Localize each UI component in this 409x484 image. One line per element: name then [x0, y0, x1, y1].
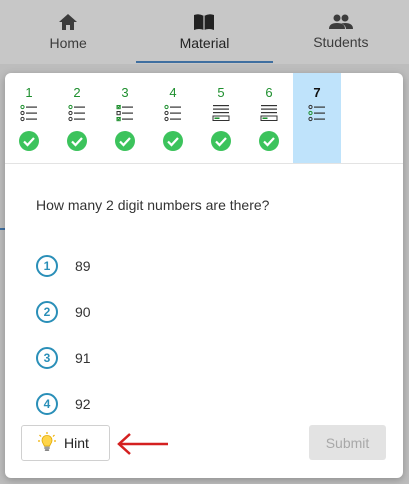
- nav-tab-material-label: Material: [179, 35, 230, 51]
- check-circle-icon: [211, 131, 231, 151]
- step-number: 7: [313, 85, 321, 100]
- step-3[interactable]: 3: [101, 73, 149, 163]
- question-text: How many 2 digit numbers are there?: [36, 197, 270, 213]
- step-5[interactable]: 5: [197, 73, 245, 163]
- answer-option-4[interactable]: 4 92: [36, 381, 91, 427]
- multiple-choice-icon: [164, 104, 181, 122]
- checklist-icon: [116, 104, 133, 122]
- answer-index: 4: [36, 393, 58, 415]
- lightbulb-icon: [38, 432, 56, 451]
- step-number: 6: [265, 85, 273, 100]
- hint-button[interactable]: Hint: [21, 425, 110, 461]
- step-number: 4: [169, 85, 177, 100]
- book-icon: [193, 13, 215, 31]
- multiple-choice-icon: [68, 104, 85, 122]
- check-circle-icon: [67, 131, 87, 151]
- answer-option-1[interactable]: 1 89: [36, 243, 91, 289]
- annotation-arrow-icon: [117, 433, 168, 455]
- nav-tab-students[interactable]: Students: [273, 0, 409, 64]
- step-number: 2: [73, 85, 81, 100]
- step-1[interactable]: 1: [5, 73, 53, 163]
- multiple-choice-icon: [308, 104, 325, 122]
- answer-option-3[interactable]: 3 91: [36, 335, 91, 381]
- nav-tab-home[interactable]: Home: [0, 0, 136, 64]
- home-icon: [58, 13, 78, 31]
- answer-index: 2: [36, 301, 58, 323]
- step-4[interactable]: 4: [149, 73, 197, 163]
- step-7[interactable]: 7: [293, 73, 341, 163]
- answer-text: 89: [75, 258, 91, 274]
- multiple-choice-icon: [20, 104, 37, 122]
- answer-index: 3: [36, 347, 58, 369]
- answer-list: 1 89 2 90 3 91 4 92: [36, 243, 91, 427]
- question-dialog: 1 2 3 4 5 6 7 How many 2 digit numbers a…: [5, 73, 403, 478]
- step-progress-bar: 1 2 3 4 5 6 7: [5, 73, 403, 164]
- text-input-icon: [212, 105, 230, 121]
- nav-tab-home-label: Home: [49, 35, 87, 51]
- answer-text: 90: [75, 304, 91, 320]
- check-circle-icon: [19, 131, 39, 151]
- answer-index: 1: [36, 255, 58, 277]
- submit-button[interactable]: Submit: [309, 425, 386, 460]
- nav-tab-material[interactable]: Material: [136, 0, 273, 64]
- people-icon: [328, 14, 353, 30]
- nav-tab-students-label: Students: [313, 34, 369, 50]
- step-number: 3: [121, 85, 129, 100]
- check-circle-icon: [259, 131, 279, 151]
- answer-option-2[interactable]: 2 90: [36, 289, 91, 335]
- step-number: 5: [217, 85, 225, 100]
- step-6[interactable]: 6: [245, 73, 293, 163]
- hint-label: Hint: [64, 435, 89, 451]
- check-circle-icon: [163, 131, 183, 151]
- text-input-icon: [260, 105, 278, 121]
- answer-text: 91: [75, 350, 91, 366]
- top-navigation: Home Material Students: [0, 0, 409, 64]
- step-number: 1: [25, 85, 33, 100]
- answer-text: 92: [75, 396, 91, 412]
- step-2[interactable]: 2: [53, 73, 101, 163]
- check-circle-icon: [115, 131, 135, 151]
